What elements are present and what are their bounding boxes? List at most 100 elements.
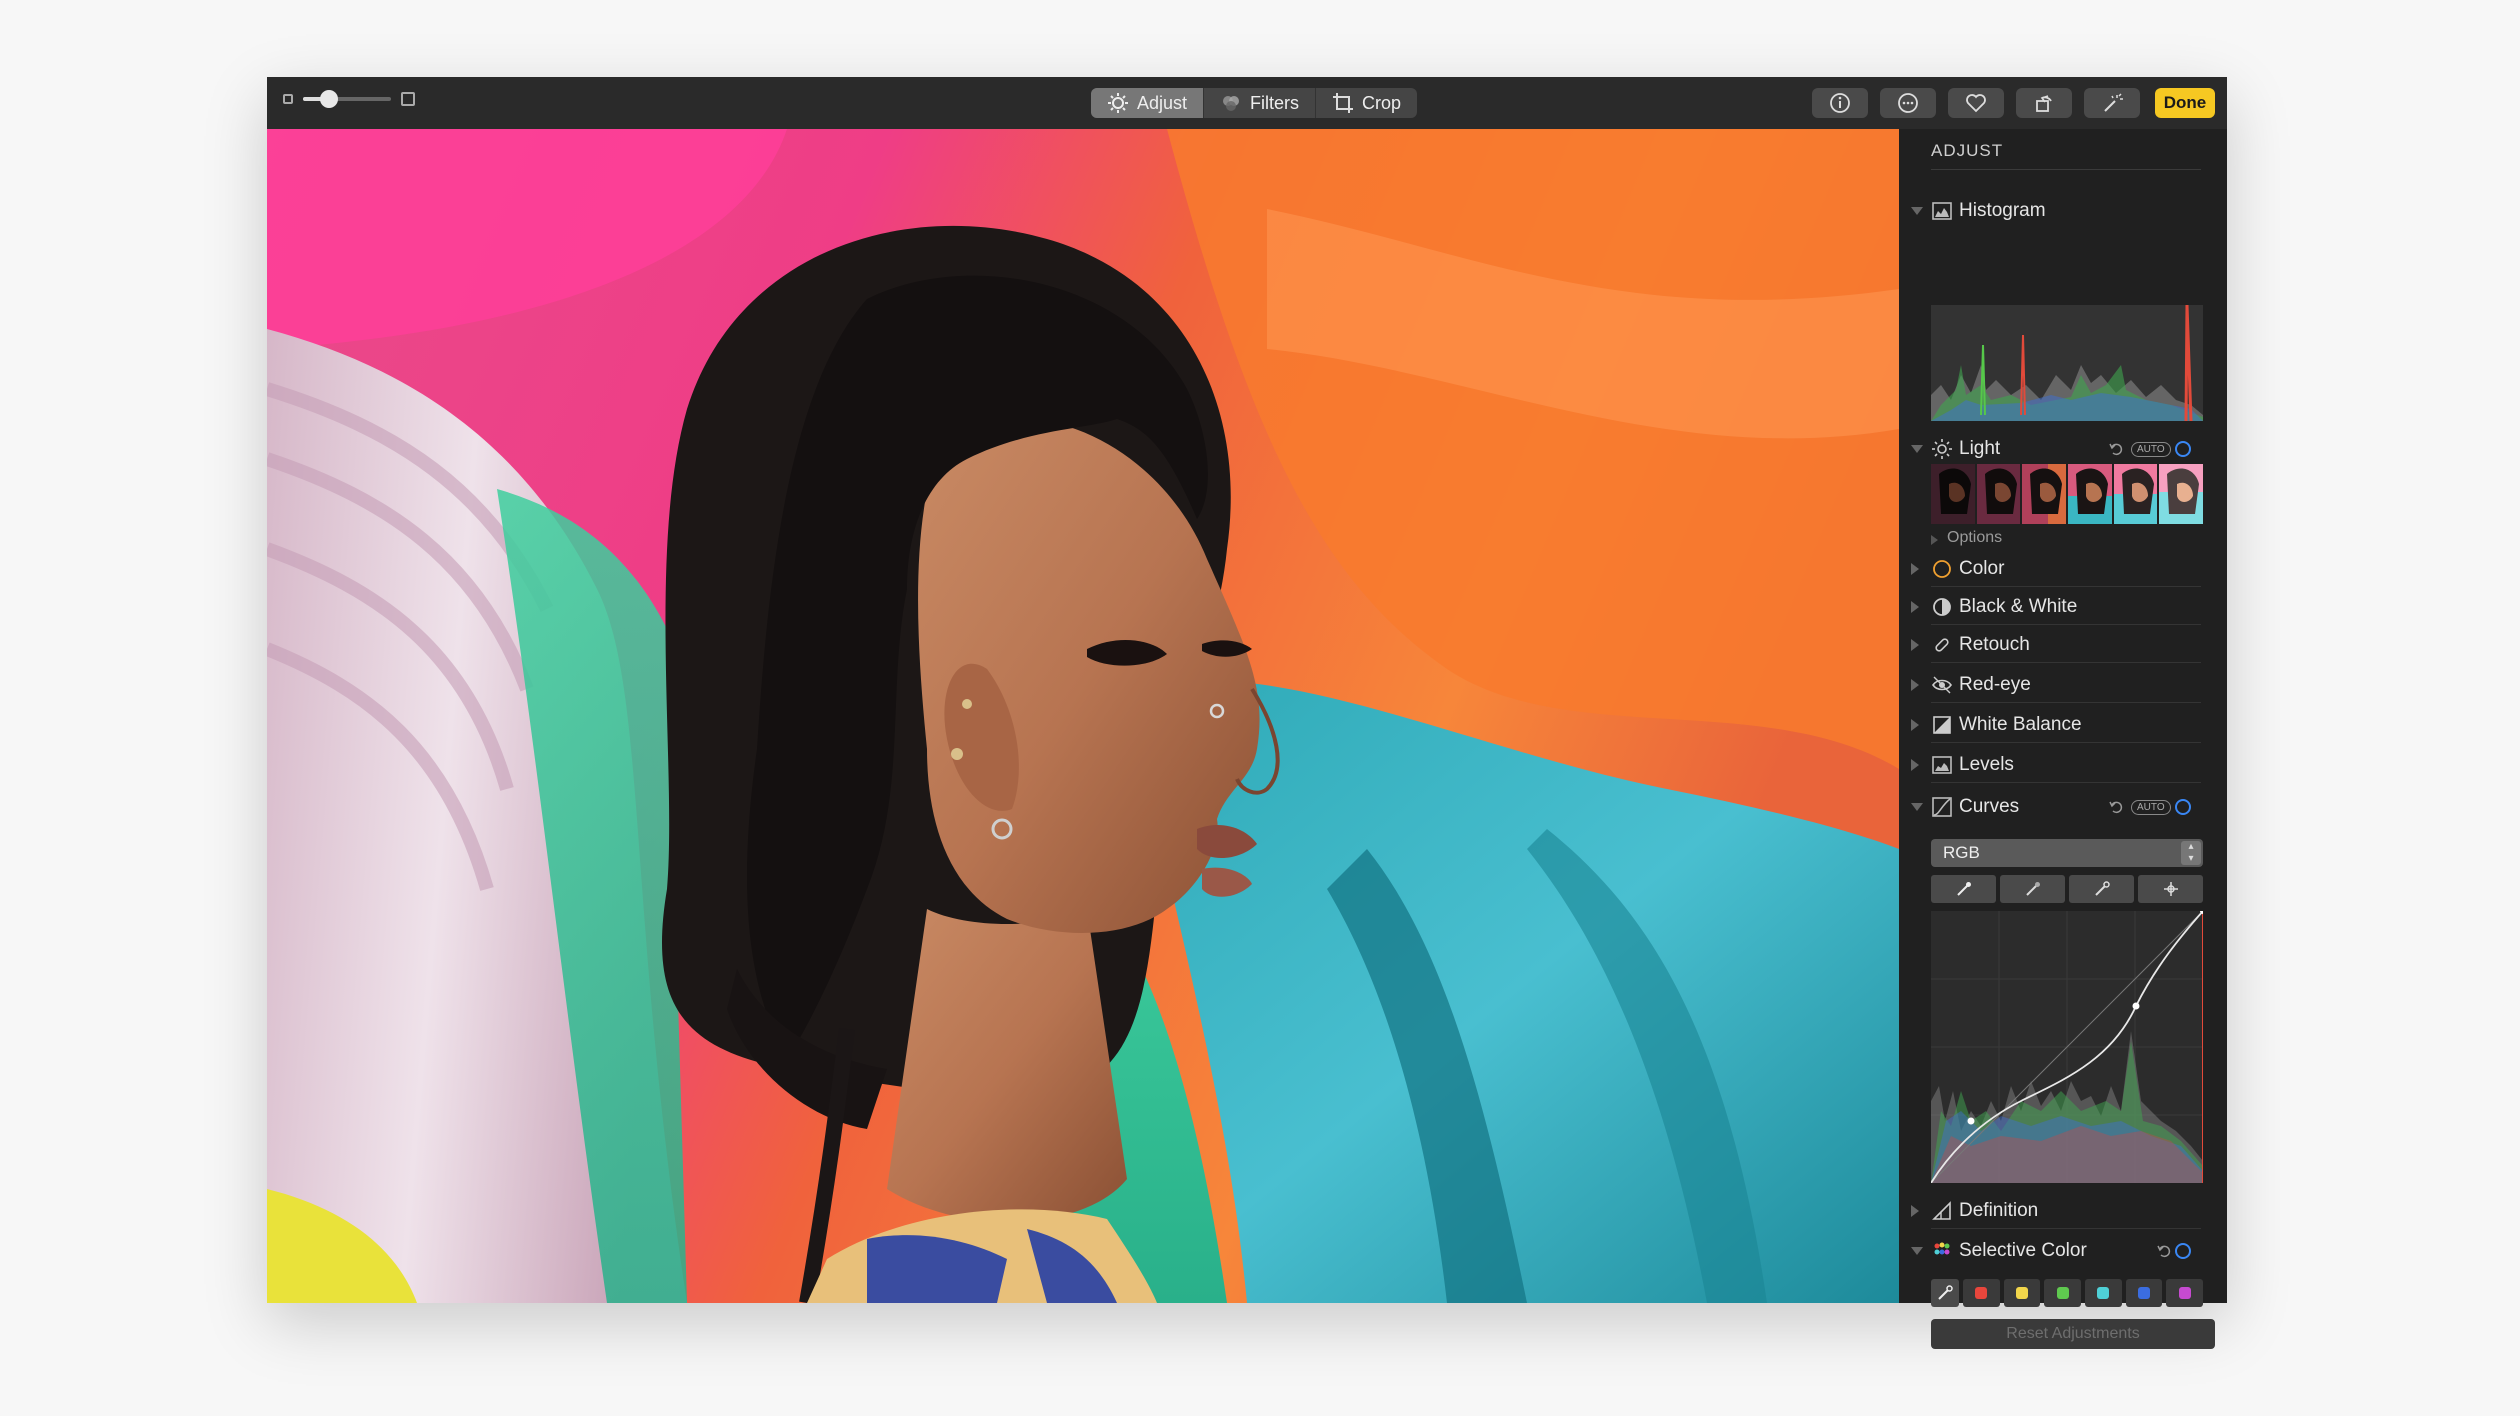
definition-icon	[1932, 1201, 1951, 1220]
portrait-photo	[267, 129, 1899, 1303]
revert-icon[interactable]	[2109, 800, 2123, 814]
rotate-button[interactable]	[2016, 88, 2072, 118]
selective-color-eyedropper[interactable]	[1931, 1279, 1959, 1307]
light-thumbnail[interactable]	[2113, 464, 2160, 524]
revert-icon[interactable]	[2157, 1244, 2171, 1258]
levels-icon	[1932, 756, 1952, 774]
magic-wand-icon	[2104, 93, 2123, 112]
options-disclosure-icon[interactable]	[1931, 535, 1938, 545]
info-icon	[1830, 93, 1850, 113]
red-eye-label: Red-eye	[1959, 674, 2031, 695]
selective-color-swatches	[1931, 1279, 2204, 1307]
curves-graph[interactable]	[1930, 908, 2206, 1184]
selective-color-toggle[interactable]	[2175, 1243, 2191, 1259]
curves-channel-select[interactable]: RGB ▴ ▾	[1931, 839, 2203, 867]
row-divider	[1931, 1228, 2201, 1229]
disclosure-down-icon[interactable]	[1911, 803, 1923, 811]
black-point-eyedropper[interactable]	[1931, 875, 1996, 903]
swatch-yellow[interactable]	[2003, 1279, 2041, 1307]
revert-icon[interactable]	[2109, 442, 2123, 456]
curves-icon	[1932, 797, 1952, 817]
zoom-control[interactable]	[283, 90, 415, 108]
white-balance-label: White Balance	[1959, 714, 2082, 735]
eye-icon	[1932, 676, 1952, 694]
swatch-yellow-dot	[2016, 1287, 2028, 1299]
more-button[interactable]	[1880, 88, 1936, 118]
disclosure-down-icon[interactable]	[1911, 1247, 1923, 1255]
definition-section[interactable]: Definition	[1899, 1193, 2227, 1229]
histogram-section[interactable]: Histogram	[1899, 193, 2227, 229]
done-button[interactable]: Done	[2155, 88, 2215, 118]
zoom-out-icon	[283, 94, 293, 104]
disclosure-right-icon[interactable]	[1911, 563, 1919, 575]
curves-section[interactable]: Curves AUTO	[1899, 789, 2227, 825]
curves-auto-button[interactable]: AUTO	[2131, 799, 2171, 815]
swatch-blue-dot	[2138, 1287, 2151, 1299]
disclosure-right-icon[interactable]	[1911, 1205, 1919, 1217]
tab-crop-label: Crop	[1362, 92, 1402, 113]
info-button[interactable]	[1812, 88, 1868, 118]
tab-crop[interactable]: Crop	[1316, 88, 1417, 118]
zoom-slider-knob[interactable]	[320, 90, 339, 108]
swatch-red[interactable]	[1963, 1279, 2000, 1307]
add-point-button[interactable]	[2138, 875, 2203, 903]
disclosure-down-icon[interactable]	[1911, 445, 1923, 453]
crosshair-icon	[2163, 882, 2178, 896]
eyedropper-icon	[2025, 882, 2040, 896]
light-thumbnail[interactable]	[2159, 464, 2204, 524]
heart-icon	[1966, 94, 1986, 113]
tab-filters[interactable]: Filters	[1204, 88, 1317, 118]
photo-canvas[interactable]	[267, 129, 1899, 1303]
light-auto-button[interactable]: AUTO	[2131, 441, 2171, 457]
tab-filters-label: Filters	[1250, 92, 1300, 113]
light-thumbnail-strip[interactable]	[1931, 464, 2204, 524]
swatch-blue[interactable]	[2125, 1279, 2163, 1307]
light-toggle[interactable]	[2175, 441, 2191, 457]
disclosure-right-icon[interactable]	[1911, 759, 1919, 771]
swatch-cyan-dot	[2097, 1287, 2110, 1299]
gray-point-eyedropper[interactable]	[2000, 875, 2065, 903]
disclosure-right-icon[interactable]	[1911, 679, 1919, 691]
chevron-updown-icon: ▴ ▾	[2181, 841, 2201, 865]
sidebar-divider	[1931, 169, 2201, 170]
light-thumbnail[interactable]	[1976, 464, 2023, 524]
eyedropper-icon	[1956, 882, 1971, 896]
white-point-eyedropper[interactable]	[2069, 875, 2134, 903]
more-icon	[1898, 93, 1918, 113]
swatch-cyan[interactable]	[2085, 1279, 2122, 1307]
disclosure-down-icon[interactable]	[1911, 207, 1923, 215]
disclosure-right-icon[interactable]	[1911, 719, 1919, 731]
curves-eyedroppers	[1931, 875, 2203, 903]
black-white-section[interactable]: Black & White	[1899, 589, 2227, 625]
white-balance-section[interactable]: White Balance	[1899, 707, 2227, 743]
levels-section[interactable]: Levels	[1899, 747, 2227, 783]
light-options-toggle[interactable]: Options	[1947, 529, 2002, 547]
half-circle-icon	[1933, 598, 1951, 616]
swatch-magenta[interactable]	[2166, 1279, 2204, 1307]
favorite-button[interactable]	[1948, 88, 2004, 118]
color-section[interactable]: Color	[1899, 551, 2227, 587]
zoom-slider[interactable]	[303, 90, 391, 108]
light-thumbnail[interactable]	[1931, 464, 1977, 524]
tab-adjust[interactable]: Adjust	[1091, 88, 1205, 118]
red-eye-section[interactable]: Red-eye	[1899, 667, 2227, 703]
swatch-green[interactable]	[2044, 1279, 2082, 1307]
swatch-red-dot	[1975, 1287, 1988, 1299]
sidebar-title: ADJUST	[1931, 141, 2004, 160]
light-section[interactable]: Light AUTO	[1899, 431, 2227, 467]
row-divider	[1931, 586, 2201, 587]
enhance-button[interactable]	[2084, 88, 2140, 118]
disclosure-right-icon[interactable]	[1911, 639, 1919, 651]
light-thumbnail[interactable]	[2022, 464, 2069, 524]
reset-adjustments-button[interactable]: Reset Adjustments	[1931, 1319, 2215, 1349]
row-divider	[1931, 782, 2201, 783]
curves-toggle[interactable]	[2175, 799, 2191, 815]
light-thumbnail[interactable]	[2068, 464, 2114, 524]
selective-color-section[interactable]: Selective Color	[1899, 1233, 2227, 1269]
selective-color-icon	[1934, 1242, 1950, 1255]
bandage-icon	[1935, 638, 1949, 652]
crop-icon	[1333, 93, 1354, 113]
disclosure-right-icon[interactable]	[1911, 601, 1919, 613]
retouch-section[interactable]: Retouch	[1899, 627, 2227, 663]
curves-label: Curves	[1959, 796, 2020, 817]
